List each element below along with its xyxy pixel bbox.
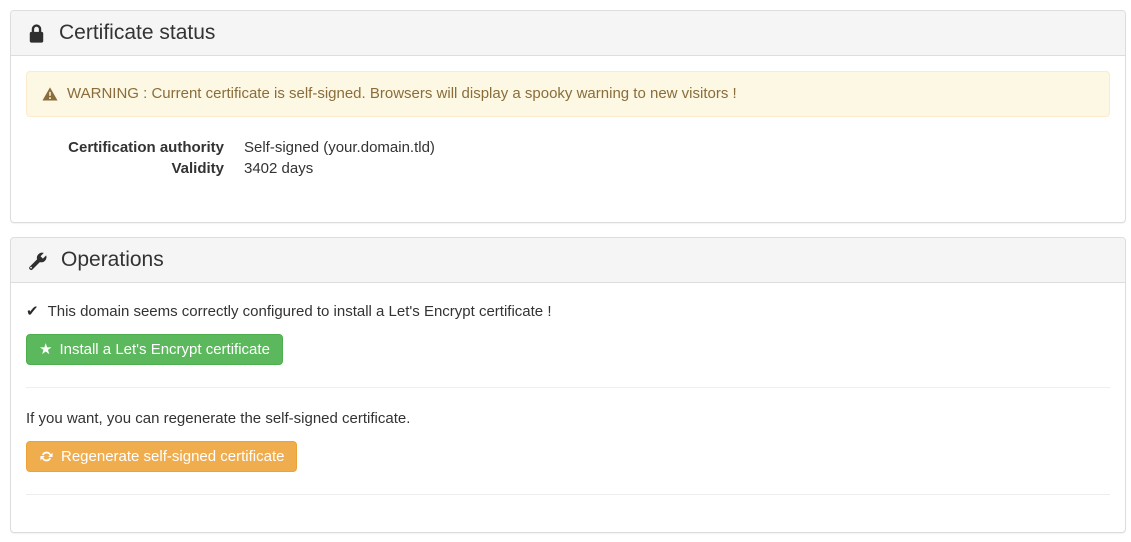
certificate-page: Certificate status WARNING : Current cer… [0,0,1131,542]
self-signed-warning-alert: WARNING : Current certificate is self-si… [26,71,1110,117]
warning-icon [42,86,58,102]
star-icon: ★ [39,342,52,357]
field-value-validity: 3402 days [244,158,1110,179]
regenerate-certificate-button-label: Regenerate self-signed certificate [61,448,284,465]
field-value-certification-authority: Self-signed (your.domain.tld) [244,137,1110,158]
operations-panel-title: Operations [61,247,164,273]
field-label-certification-authority: Certification authority [26,137,224,158]
lock-icon [27,23,46,44]
warning-text: WARNING : Current certificate is self-si… [67,86,737,102]
certificate-status-panel: Certificate status WARNING : Current cer… [10,10,1126,223]
lets-encrypt-status-text: This domain seems correctly configured t… [48,303,552,320]
certificate-details: Certification authority Self-signed (you… [26,137,1110,179]
operations-header: Operations [11,238,1125,283]
refresh-icon [39,449,54,464]
operations-panel: Operations ✔ This domain seems correctly… [10,237,1126,533]
field-label-validity: Validity [26,158,224,179]
install-letsencrypt-button[interactable]: ★ Install a Let's Encrypt certificate [26,334,283,365]
lets-encrypt-status-line: ✔ This domain seems correctly configured… [26,303,1110,320]
regenerate-certificate-button[interactable]: Regenerate self-signed certificate [26,441,297,472]
divider [26,494,1110,495]
check-icon: ✔ [26,304,39,319]
certificate-panel-body: WARNING : Current certificate is self-si… [11,56,1125,222]
divider [26,387,1110,388]
operations-panel-body: ✔ This domain seems correctly configured… [11,283,1125,532]
wrench-icon [27,250,48,271]
install-letsencrypt-button-label: Install a Let's Encrypt certificate [59,341,269,358]
certificate-panel-title: Certificate status [59,20,215,46]
certificate-status-header: Certificate status [11,11,1125,56]
regenerate-hint: If you want, you can regenerate the self… [26,410,1110,427]
